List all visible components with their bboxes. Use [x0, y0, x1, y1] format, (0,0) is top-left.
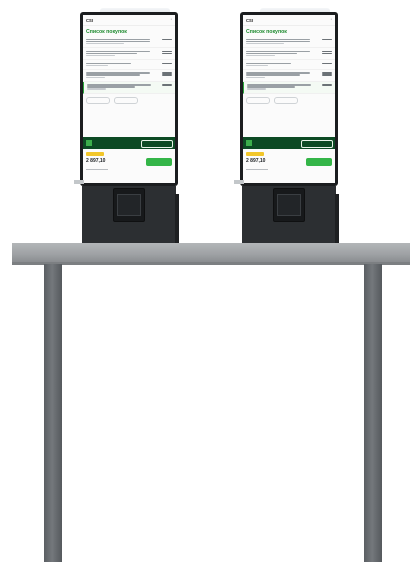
self-checkout-kiosk-right: CSI ≡ Список покупок 2 897,10 — [234, 8, 350, 252]
table-top-edge — [12, 262, 410, 265]
list-item — [243, 48, 335, 60]
list-item — [243, 70, 335, 82]
discount-badge — [86, 152, 104, 156]
table-top — [12, 243, 410, 262]
action-chips — [83, 94, 175, 107]
list-item — [83, 36, 175, 48]
card-reader — [117, 194, 141, 216]
pay-button — [146, 158, 172, 166]
screen-footer: 2 897,10 — [246, 152, 332, 171]
discount-badge — [246, 152, 264, 156]
promo-banner — [83, 137, 175, 149]
screen-mount — [74, 180, 84, 184]
list-item — [83, 60, 175, 70]
table-leg-left — [44, 264, 62, 562]
photo-scene: CSI ≡ Список покупок 2 897,10 CSI ≡ Спис… — [0, 0, 410, 562]
screen-title: Список покупок — [86, 29, 127, 35]
list-item — [83, 48, 175, 60]
screen-header: CSI ≡ — [83, 15, 175, 26]
screen-title: Список покупок — [246, 29, 287, 35]
brand-logo: CSI — [246, 17, 253, 23]
list-item — [243, 60, 335, 70]
self-checkout-kiosk-left: CSI ≡ Список покупок 2 897,10 — [74, 8, 190, 252]
screen-footer: 2 897,10 — [86, 152, 172, 171]
screen-header: CSI ≡ — [243, 15, 335, 26]
header-menu-icon: ≡ — [330, 19, 332, 21]
pay-button — [306, 158, 332, 166]
header-menu-icon: ≡ — [170, 19, 172, 21]
screen-mount — [234, 180, 244, 184]
kiosk-screen-bezel: CSI ≡ Список покупок 2 897,10 — [240, 12, 338, 186]
card-reader — [277, 194, 301, 216]
kiosk-side — [335, 194, 339, 244]
brand-logo: CSI — [86, 17, 93, 23]
kiosk-screen-bezel: CSI ≡ Список покупок 2 897,10 — [80, 12, 178, 186]
action-chips — [243, 94, 335, 107]
kiosk-screen: CSI ≡ Список покупок 2 897,10 — [83, 15, 175, 183]
list-item — [83, 70, 175, 82]
list-item — [243, 36, 335, 48]
promo-banner — [243, 137, 335, 149]
kiosk-screen: CSI ≡ Список покупок 2 897,10 — [243, 15, 335, 183]
table-leg-right — [364, 264, 382, 562]
kiosk-side — [175, 194, 179, 244]
list-item-selected — [243, 81, 335, 94]
list-item-selected — [83, 81, 175, 94]
